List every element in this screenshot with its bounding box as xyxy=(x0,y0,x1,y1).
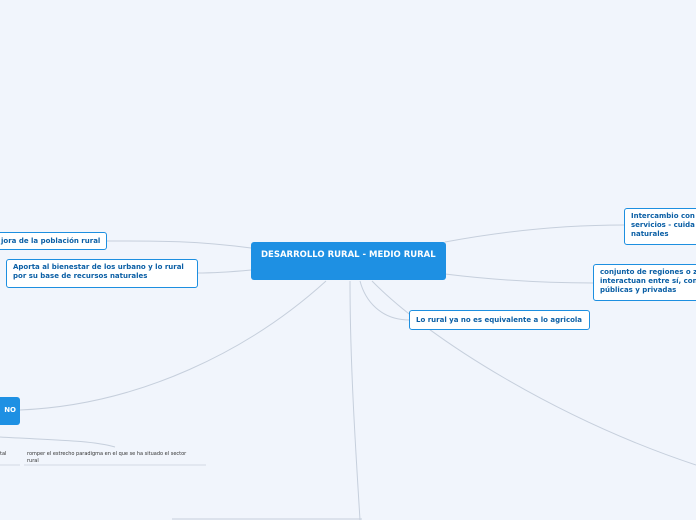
link-bottom-left xyxy=(349,280,361,520)
node-conjunto-regiones[interactable]: conjunto de regiones o z interactuan ent… xyxy=(593,264,696,301)
link-conjunto xyxy=(444,273,595,284)
node-cut-left[interactable]: NO xyxy=(0,397,20,425)
node-intercambio[interactable]: Intercambio con servicios - cuida natura… xyxy=(624,208,696,245)
link-cut-node xyxy=(19,280,327,411)
root-node[interactable]: DESARROLLO RURAL - MEDIO RURAL xyxy=(251,242,446,280)
node-rural-no-agricola[interactable]: Lo rural ya no es equivalente a lo agric… xyxy=(409,310,590,330)
text-romper-paradigma[interactable]: romper el estrecho paradigma en el que s… xyxy=(27,451,192,464)
text-sub-left[interactable]: tal xyxy=(0,451,20,458)
link-mejora xyxy=(105,240,252,249)
link-rural-no-agricola xyxy=(359,280,411,321)
link-sub-left xyxy=(0,436,116,448)
node-mejora-poblacion-rural[interactable]: jora de la población rural xyxy=(0,232,107,250)
link-aporta xyxy=(196,269,252,274)
link-bottom-right xyxy=(371,280,696,466)
node-aporta-bienestar[interactable]: Aporta al bienestar de los urbano y lo r… xyxy=(6,259,198,288)
link-intercambio xyxy=(444,224,625,243)
